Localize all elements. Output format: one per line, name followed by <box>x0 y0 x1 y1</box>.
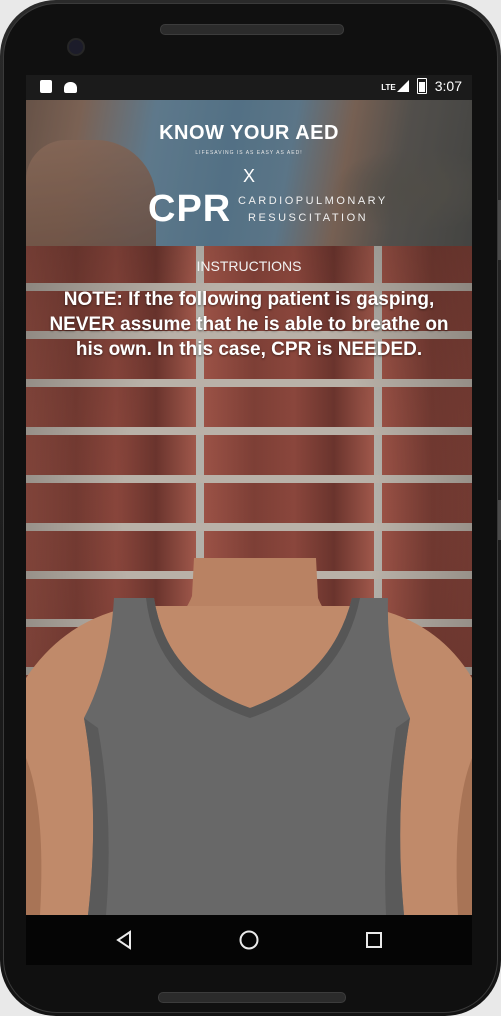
network-type: LTE <box>381 83 396 92</box>
earpiece-speaker <box>160 24 344 35</box>
banner-separator: X <box>242 166 255 186</box>
patient-torso-image[interactable] <box>26 558 472 915</box>
sim-card-icon <box>40 80 52 93</box>
instructions-label: INSTRUCTIONS <box>196 258 302 274</box>
cpr-subtitle-line2: RESUSCITATION <box>248 212 369 224</box>
android-icon <box>64 82 77 93</box>
bottom-speaker <box>158 992 346 1003</box>
screen: LTE 3:07 KNOW YOUR AED LIFESAVING IS AS … <box>26 75 472 965</box>
instructions-panel: INSTRUCTIONS NOTE: If the following pati… <box>26 246 472 915</box>
banner-tagline: LIFESAVING IS AS EASY AS AED! <box>195 150 303 156</box>
status-bar: LTE 3:07 <box>26 75 472 100</box>
phone-frame: LTE 3:07 KNOW YOUR AED LIFESAVING IS AS … <box>0 0 501 1016</box>
header-banner: KNOW YOUR AED LIFESAVING IS AS EASY AS A… <box>26 100 472 246</box>
cpr-logo: CPR <box>148 188 232 230</box>
gasping-note: NOTE: If the following patient is gaspin… <box>49 289 449 360</box>
cpr-subtitle-line1: CARDIOPULMONARY <box>238 195 388 207</box>
battery-icon <box>416 78 427 94</box>
navigation-bar <box>26 915 472 965</box>
banner-title: KNOW YOUR AED <box>159 122 339 144</box>
front-camera <box>67 38 85 56</box>
back-icon[interactable] <box>111 927 137 953</box>
lte-signal-icon: LTE <box>381 80 409 92</box>
status-time: 3:07 <box>434 78 462 94</box>
recents-icon[interactable] <box>361 927 387 953</box>
home-icon[interactable] <box>236 927 262 953</box>
